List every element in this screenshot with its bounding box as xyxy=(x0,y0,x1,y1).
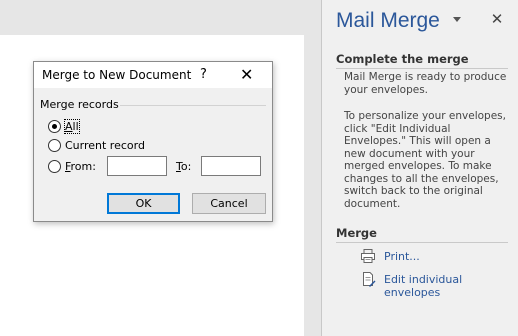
cancel-button[interactable]: Cancel xyxy=(192,193,266,214)
section-heading-complete: Complete the merge xyxy=(336,52,508,69)
print-link[interactable]: Print... xyxy=(384,250,420,263)
dialog-titlebar[interactable]: Merge to New Document ? ✕ xyxy=(34,62,272,88)
radio-all[interactable] xyxy=(48,120,61,133)
instructions-text: To personalize your envelopes, click "Ed… xyxy=(344,110,506,210)
pane-close-icon[interactable]: ✕ xyxy=(489,11,505,27)
from-input[interactable] xyxy=(107,156,167,176)
merge-to-new-document-dialog: Merge to New Document ? ✕ Merge records … xyxy=(33,61,273,222)
radio-from-label-rest: rom: xyxy=(70,160,96,173)
pane-options-chevron-icon[interactable] xyxy=(450,12,464,26)
to-label-rest: o: xyxy=(180,160,192,173)
edit-document-icon xyxy=(363,272,376,287)
close-icon[interactable]: ✕ xyxy=(240,65,253,84)
pane-title: Mail Merge xyxy=(336,9,440,32)
mail-merge-pane: Mail Merge ✕ Complete the merge Mail Mer… xyxy=(321,0,518,336)
radio-current-record[interactable] xyxy=(48,139,61,152)
radio-from[interactable] xyxy=(48,160,61,173)
printer-icon xyxy=(361,249,375,263)
radio-current-record-label[interactable]: Current record xyxy=(65,139,145,152)
to-input[interactable] xyxy=(201,156,261,176)
merge-records-label: Merge records xyxy=(40,98,119,111)
app-window: Mail Merge ✕ Complete the merge Mail Mer… xyxy=(0,0,518,336)
edit-individual-envelopes-link[interactable]: Edit individual envelopes xyxy=(384,273,518,299)
radio-all-label[interactable]: All xyxy=(64,119,80,134)
accel-a: A xyxy=(65,120,73,133)
radio-from-label[interactable]: From: xyxy=(65,160,96,173)
ok-button[interactable]: OK xyxy=(107,193,180,214)
group-divider xyxy=(120,105,266,106)
section-heading-merge: Merge xyxy=(336,226,508,243)
dialog-title: Merge to New Document xyxy=(42,68,192,82)
to-label: To: xyxy=(176,160,191,173)
help-icon[interactable]: ? xyxy=(200,67,207,82)
radio-all-label-rest: ll xyxy=(72,120,79,133)
ready-message: Mail Merge is ready to produce your enve… xyxy=(344,71,507,96)
